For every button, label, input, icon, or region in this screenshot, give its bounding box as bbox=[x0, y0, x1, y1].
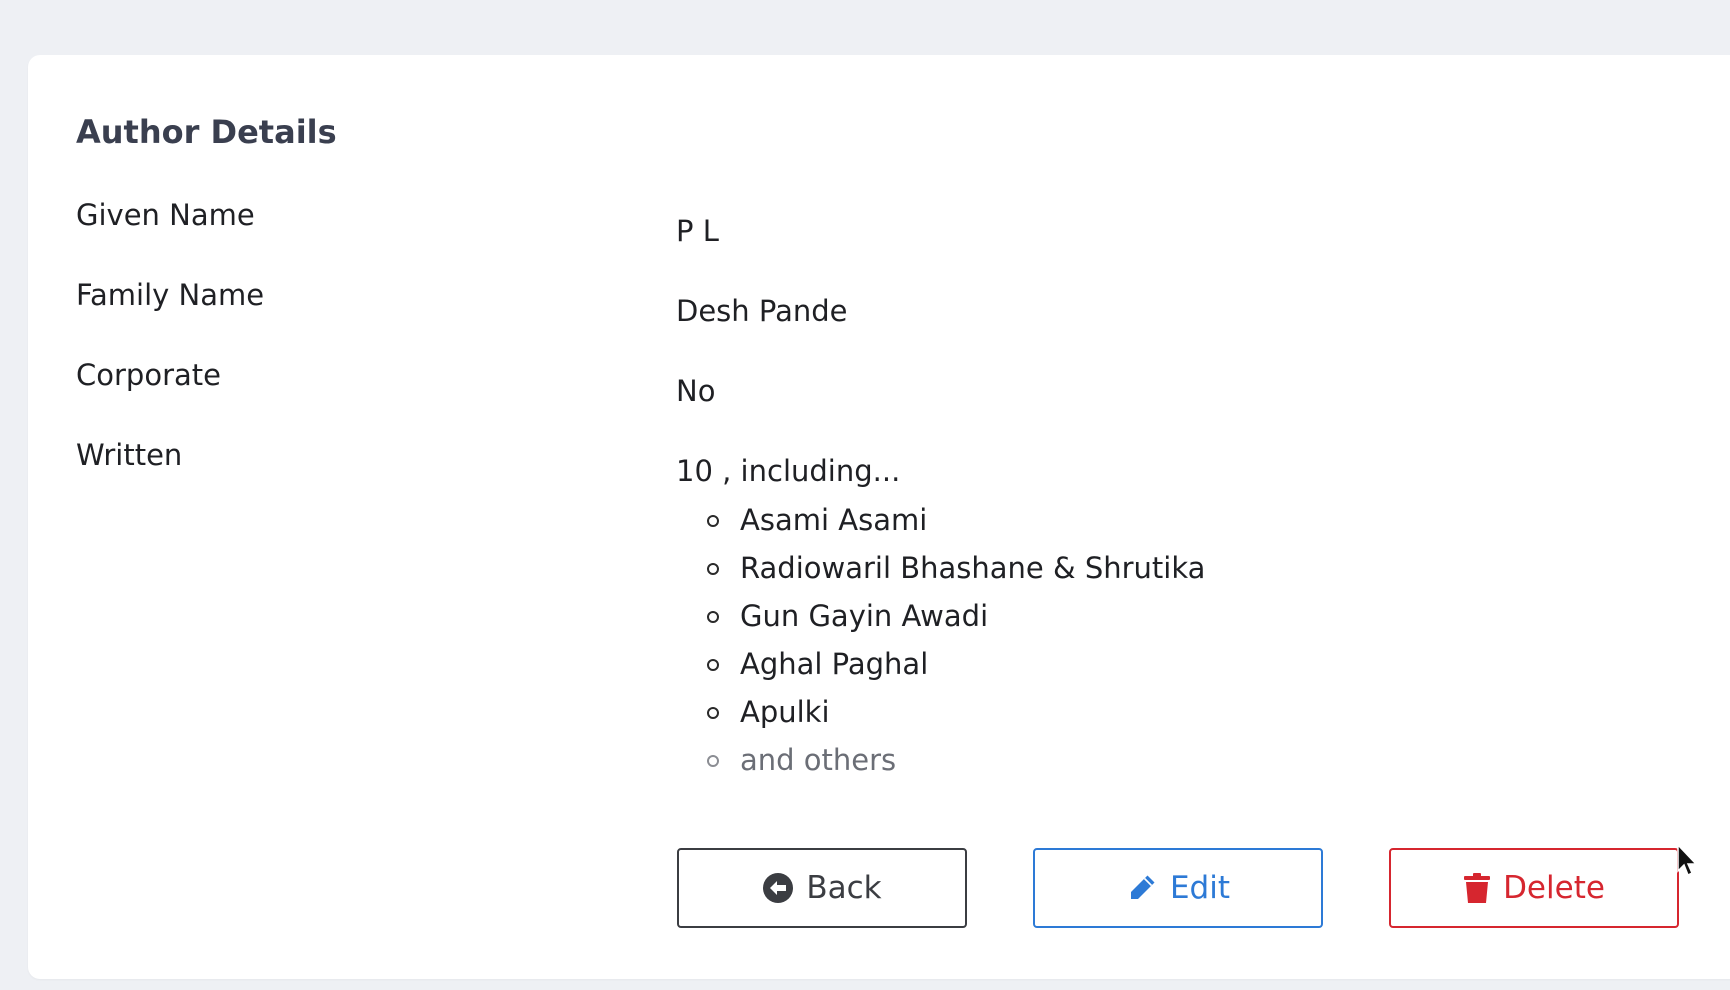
delete-button-label: Delete bbox=[1503, 870, 1605, 906]
circle-bullet-icon bbox=[707, 659, 719, 671]
delete-button[interactable]: Delete bbox=[1389, 848, 1679, 928]
and-others-text: and others bbox=[740, 743, 897, 777]
given-name-value: P L bbox=[676, 214, 719, 248]
pencil-icon bbox=[1126, 872, 1158, 904]
book-title: Radiowaril Bhashane & Shrutika bbox=[740, 551, 1206, 585]
circle-bullet-icon bbox=[707, 515, 719, 527]
family-name-value: Desh Pande bbox=[676, 294, 848, 328]
edit-button-label: Edit bbox=[1169, 870, 1231, 906]
written-count-value: 10 , including... bbox=[676, 454, 901, 488]
list-item: Gun Gayin Awadi bbox=[676, 592, 1205, 640]
book-title: Aghal Paghal bbox=[740, 647, 929, 681]
written-books-list: Asami Asami Radiowaril Bhashane & Shruti… bbox=[676, 496, 1205, 784]
book-title: Gun Gayin Awadi bbox=[740, 599, 989, 633]
book-title: Apulki bbox=[740, 695, 830, 729]
trash-icon bbox=[1463, 872, 1491, 904]
family-name-label: Family Name bbox=[76, 278, 265, 312]
list-item: Radiowaril Bhashane & Shrutika bbox=[676, 544, 1205, 592]
back-button[interactable]: Back bbox=[677, 848, 967, 928]
circle-bullet-icon bbox=[707, 755, 719, 767]
circle-bullet-icon bbox=[707, 707, 719, 719]
circle-bullet-icon bbox=[707, 563, 719, 575]
list-item: Apulki bbox=[676, 688, 1205, 736]
given-name-label: Given Name bbox=[76, 198, 255, 232]
list-item: Aghal Paghal bbox=[676, 640, 1205, 688]
back-button-label: Back bbox=[806, 870, 882, 906]
mouse-pointer-icon bbox=[1676, 843, 1700, 883]
list-item: Asami Asami bbox=[676, 496, 1205, 544]
page-title: Author Details bbox=[76, 113, 337, 151]
circle-arrow-left-icon bbox=[762, 872, 794, 904]
list-item-more: and others bbox=[676, 736, 1205, 784]
edit-button[interactable]: Edit bbox=[1033, 848, 1323, 928]
book-title: Asami Asami bbox=[740, 503, 928, 537]
corporate-label: Corporate bbox=[76, 358, 221, 392]
corporate-value: No bbox=[676, 374, 716, 408]
circle-bullet-icon bbox=[707, 611, 719, 623]
written-label: Written bbox=[76, 438, 183, 472]
